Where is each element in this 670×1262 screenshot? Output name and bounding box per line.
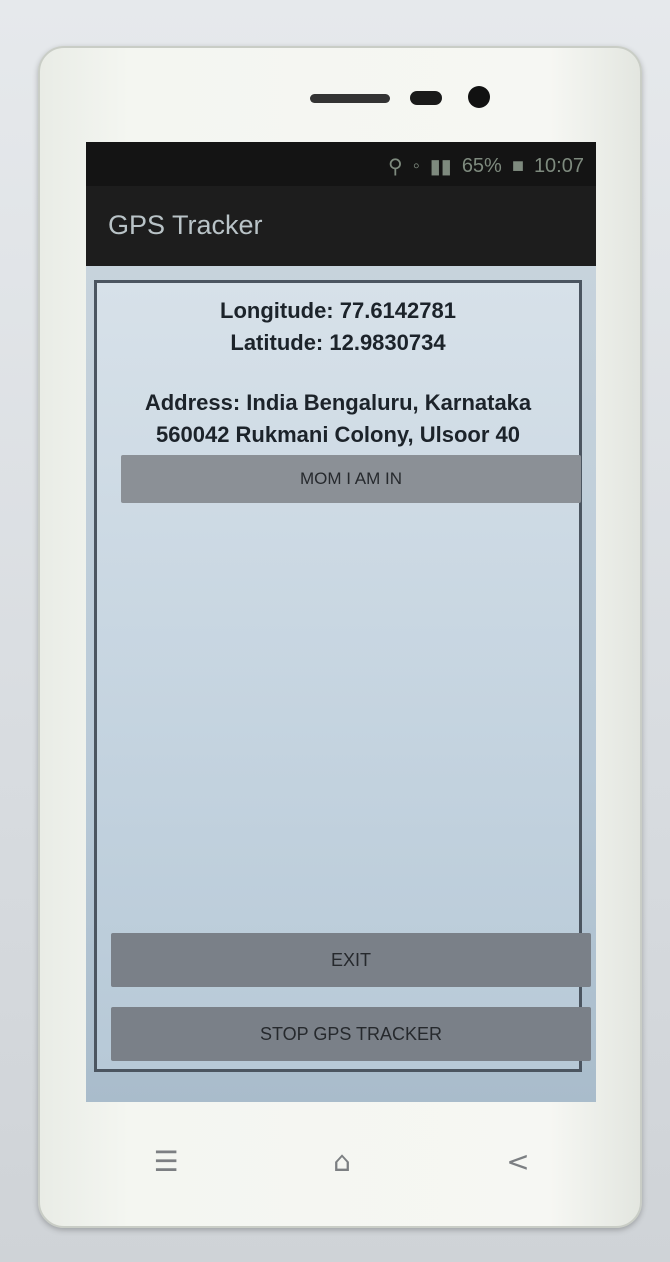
menu-icon[interactable]: ☰: [136, 1142, 196, 1182]
longitude-text: Longitude: 77.6142781: [220, 298, 456, 323]
phone-body: ⚲ ◦ ▮▮ 65% ■ 10:07 GPS Tracker Longitude…: [38, 46, 642, 1228]
location-info: Longitude: 77.6142781 Latitude: 12.98307…: [97, 295, 579, 451]
status-icons: ⚲ ◦ ▮▮ 65% ■ 10:07: [388, 154, 584, 179]
action-bar: GPS Tracker: [86, 186, 596, 266]
status-bar: ⚲ ◦ ▮▮ 65% ■ 10:07: [86, 142, 596, 186]
mom-i-am-in-button[interactable]: MOM I AM IN: [121, 455, 581, 503]
back-icon[interactable]: <: [488, 1142, 548, 1182]
location-icon: ⚲: [388, 156, 403, 178]
home-icon[interactable]: ⌂: [312, 1142, 372, 1182]
proximity-sensor: [410, 91, 442, 105]
tracker-dialog: Longitude: 77.6142781 Latitude: 12.98307…: [94, 280, 591, 1072]
status-time: 10:07: [533, 155, 584, 177]
wifi-icon: ◦: [412, 155, 420, 177]
address-line-2: 560042 Rukmani Colony, Ulsoor 40: [156, 422, 520, 447]
stop-gps-tracker-button[interactable]: STOP GPS TRACKER: [111, 1007, 591, 1061]
content-area: Longitude: 77.6142781 Latitude: 12.98307…: [86, 266, 596, 1102]
hardware-navbar: ☰ ⌂ <: [40, 1124, 640, 1194]
latitude-text: Latitude: 12.9830734: [230, 330, 446, 355]
battery-icon: ■: [511, 155, 524, 177]
app-title: GPS Tracker: [108, 210, 263, 240]
battery-percent: 65%: [461, 155, 502, 177]
earpiece-speaker: [310, 94, 390, 103]
address-line-1: Address: India Bengaluru, Karnataka: [144, 390, 532, 415]
signal-icon: ▮▮: [429, 156, 452, 178]
exit-button[interactable]: EXIT: [111, 933, 591, 987]
phone-screen: ⚲ ◦ ▮▮ 65% ■ 10:07 GPS Tracker Longitude…: [86, 142, 596, 1102]
front-camera: [468, 86, 490, 108]
